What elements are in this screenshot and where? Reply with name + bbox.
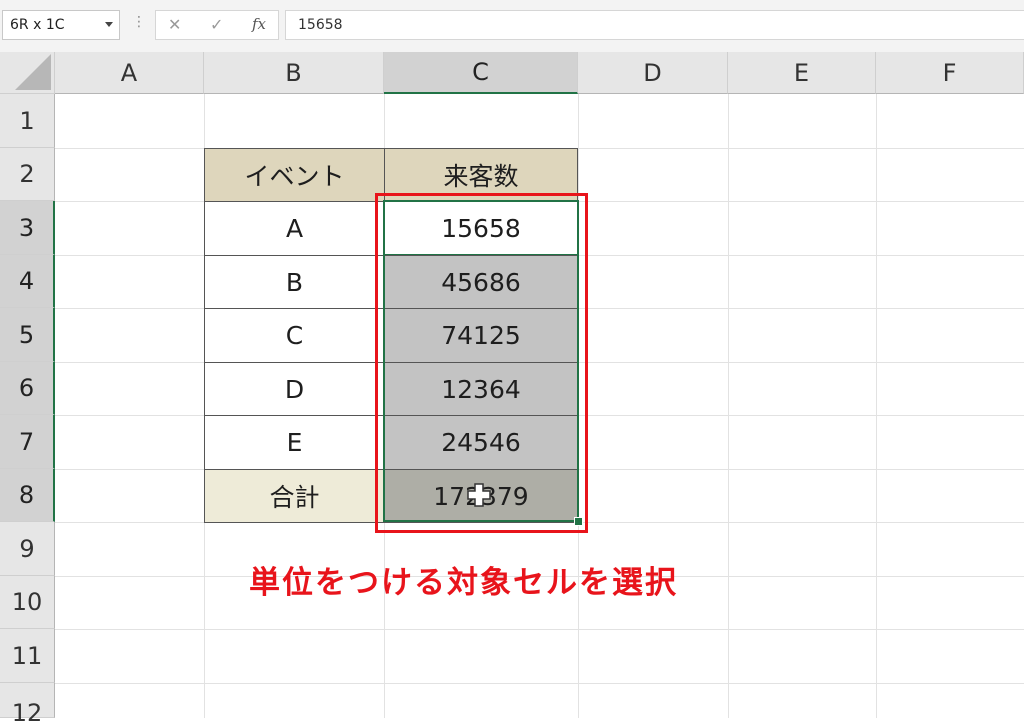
fill-handle[interactable]: [574, 517, 583, 526]
insert-function-icon[interactable]: fx: [252, 15, 266, 33]
cell-c5[interactable]: 74125: [384, 308, 578, 363]
cell-b3[interactable]: A: [204, 201, 385, 256]
row-header-5[interactable]: 5: [0, 308, 55, 362]
gridline: [55, 683, 1024, 684]
cell-c2-header-visitors[interactable]: 来客数: [384, 148, 578, 202]
row-header-1[interactable]: 1: [0, 94, 55, 148]
annotation-text: 単位をつける対象セルを選択: [249, 565, 678, 601]
cancel-icon[interactable]: ✕: [168, 15, 181, 34]
enter-check-icon[interactable]: ✓: [210, 15, 223, 34]
row-header-2[interactable]: 2: [0, 148, 55, 201]
column-header-f[interactable]: F: [876, 52, 1024, 94]
formula-bar: 6R x 1C ⋮ ✕ ✓ fx 15658: [0, 0, 1024, 52]
row-header-4[interactable]: 4: [0, 255, 55, 308]
gridline: [728, 94, 729, 718]
row-header-9[interactable]: 9: [0, 522, 55, 576]
cell-b7[interactable]: E: [204, 415, 385, 470]
column-header-b[interactable]: B: [204, 52, 384, 94]
cell-b4[interactable]: B: [204, 255, 385, 309]
more-options-icon[interactable]: ⋮: [132, 14, 146, 30]
cell-c3[interactable]: 15658: [384, 201, 578, 256]
cell-b6[interactable]: D: [204, 362, 385, 416]
gridline: [55, 629, 1024, 630]
formula-input[interactable]: 15658: [285, 10, 1024, 40]
row-header-8[interactable]: 8: [0, 469, 55, 522]
column-header-c[interactable]: C: [384, 52, 578, 94]
name-box-value: 6R x 1C: [10, 17, 65, 33]
formula-buttons: ✕ ✓ fx: [155, 10, 279, 40]
column-header-d[interactable]: D: [578, 52, 728, 94]
row-header-6[interactable]: 6: [0, 362, 55, 415]
cell-c4[interactable]: 45686: [384, 255, 578, 309]
row-header-10[interactable]: 10: [0, 576, 55, 629]
name-box[interactable]: 6R x 1C: [2, 10, 120, 40]
row-header-11[interactable]: 11: [0, 629, 55, 683]
gridline: [578, 94, 579, 718]
formula-input-value: 15658: [298, 17, 343, 33]
column-header-e[interactable]: E: [728, 52, 876, 94]
select-all-triangle-icon: [15, 54, 51, 90]
cell-b8-total-label[interactable]: 合計: [204, 469, 385, 523]
row-header-12[interactable]: 12: [0, 683, 55, 727]
row-header-3[interactable]: 3: [0, 201, 55, 255]
cell-c7[interactable]: 24546: [384, 415, 578, 470]
cell-b2-header-event[interactable]: イベント: [204, 148, 385, 202]
cell-select-cursor-icon: [467, 483, 491, 507]
cell-c6[interactable]: 12364: [384, 362, 578, 416]
chevron-down-icon[interactable]: [105, 22, 113, 27]
column-header-a[interactable]: A: [55, 52, 204, 94]
row-header-7[interactable]: 7: [0, 415, 55, 469]
gridline: [876, 94, 877, 718]
select-all-button[interactable]: [0, 52, 55, 94]
cell-b5[interactable]: C: [204, 308, 385, 363]
